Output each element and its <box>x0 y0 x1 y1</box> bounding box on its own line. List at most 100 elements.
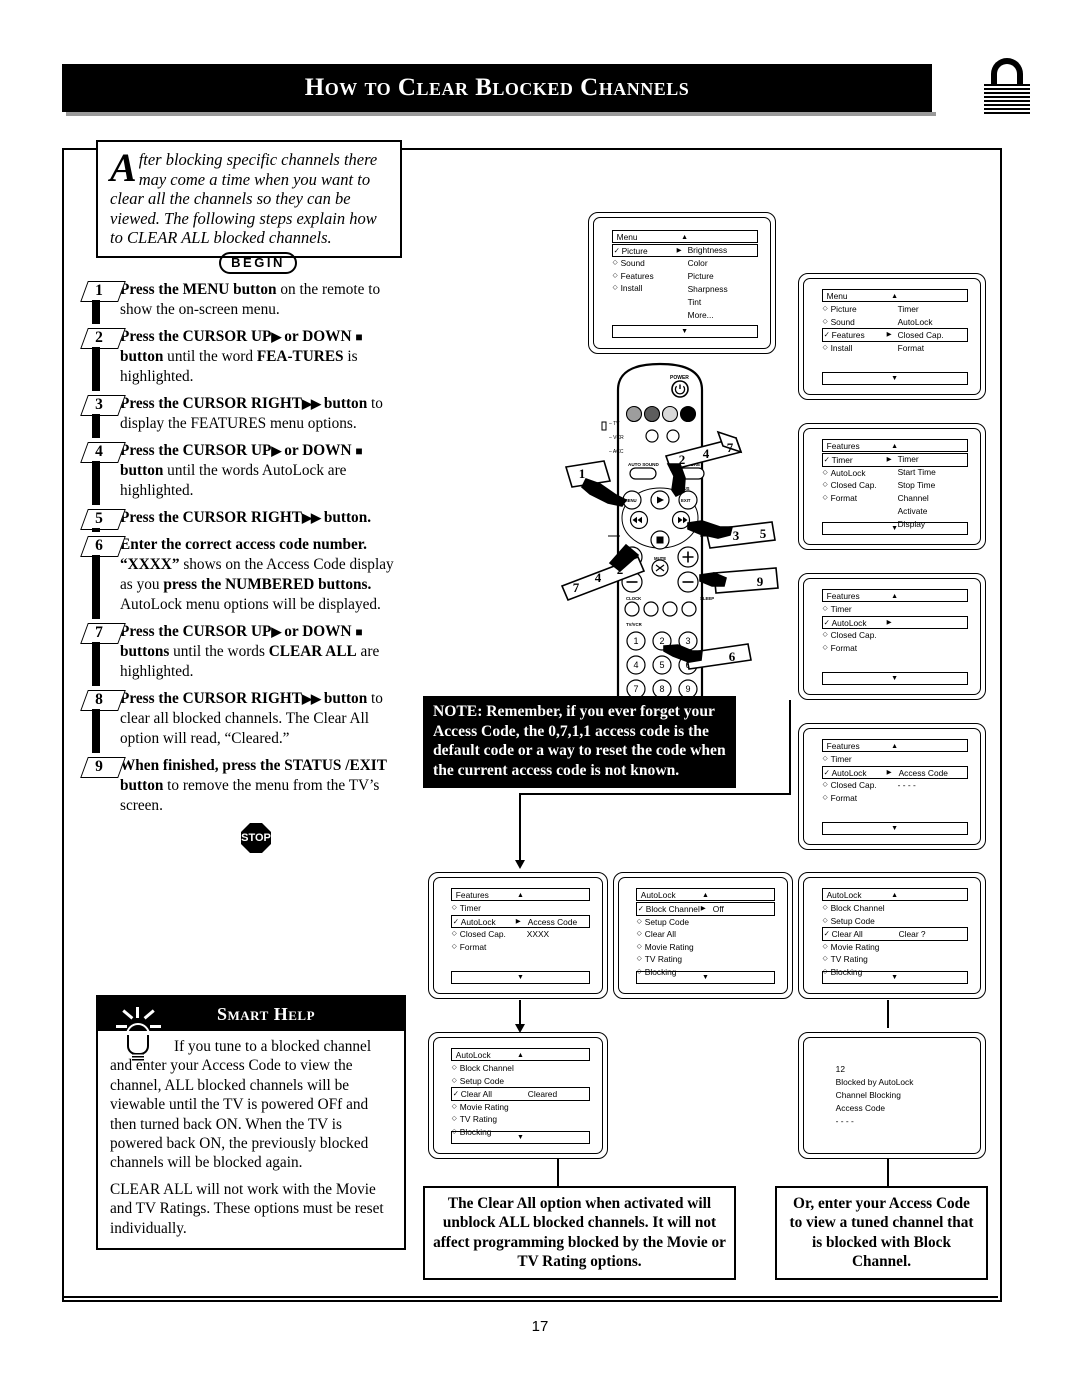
remote-control-illustration: POWER – TV – VCR – ACC AUTO SOUND PICTUR… <box>560 360 810 710</box>
stop-marker: STOP <box>106 823 406 853</box>
osd-row[interactable]: Format <box>451 941 590 954</box>
osd-row[interactable]: Sound <box>612 257 758 270</box>
step-text: Press the CURSOR RIGHT▶▶ button to clear… <box>120 690 383 747</box>
osd-row[interactable]: Timer <box>451 902 590 915</box>
osd-submenu-item[interactable]: Timer <box>898 453 919 466</box>
caption-left-text: The Clear All option when activated will… <box>433 1195 726 1271</box>
osd-row[interactable]: Timer <box>822 603 968 616</box>
osd-row-label: Timer <box>822 753 852 766</box>
osd-submenu-item[interactable]: Stop Time <box>898 479 936 492</box>
osd-row[interactable]: Format <box>822 792 968 805</box>
connector-line <box>519 793 791 795</box>
osd-row-label: Block Channel <box>822 902 885 915</box>
osd-row[interactable]: Setup Code <box>451 1075 590 1088</box>
osd-submenu-item[interactable]: Color <box>688 257 708 270</box>
osd-menu: Features▲TimerAutoLock▶Access CodeClosed… <box>450 888 591 984</box>
osd-submenu-item[interactable]: Channel <box>898 492 929 505</box>
step-text: Press the CURSOR RIGHT▶▶ button. <box>120 509 372 526</box>
step-4: 4 Press the CURSOR UP▶ or DOWN ■ button u… <box>80 441 406 505</box>
osd-submenu-item[interactable]: Start Time <box>898 466 936 479</box>
osd-submenu-item[interactable]: Tint <box>688 296 702 309</box>
osd-row[interactable]: TV Rating <box>822 953 968 966</box>
osd-rows: Timer ▶ AutoLockClosed Cap.Format <box>821 453 968 505</box>
osd-title-bar: AutoLock ▲ <box>821 888 968 902</box>
svg-text:2: 2 <box>617 562 624 577</box>
osd-row-label: AutoLock <box>452 916 496 928</box>
osd-title-bar: Menu ▲ <box>611 229 758 243</box>
osd-row[interactable]: Setup Code <box>822 915 968 928</box>
connector-line <box>887 1155 889 1187</box>
osd-submenu-item[interactable]: Activate <box>898 505 928 518</box>
osd-row[interactable]: Block Channel <box>451 1062 590 1075</box>
osd-row[interactable]: AutoLock ▶ Access Code <box>821 765 968 780</box>
intro-text: fter blocking specific channels there ma… <box>110 150 378 247</box>
osd-submenu-item[interactable]: Brightness <box>688 244 728 257</box>
osd-row-label: Format <box>822 492 858 505</box>
osd-row[interactable]: Setup Code <box>636 916 775 929</box>
osd-row-label: Format <box>451 941 487 954</box>
osd-submenu-item[interactable]: Format <box>898 342 925 355</box>
chevron-right-icon: ▶ <box>886 618 892 626</box>
osd-row[interactable]: Clear All <box>636 928 775 941</box>
osd-row[interactable]: Movie Rating <box>451 1101 590 1114</box>
osd-row[interactable]: TV Rating <box>636 953 775 966</box>
scroll-down-icon: ▼ <box>635 970 776 984</box>
osd-row[interactable]: Install <box>612 282 758 295</box>
osd-row-label: Format <box>822 792 858 805</box>
osd-rows: TimerAutoLock ▶ Access Code Closed Cap. XXXX… <box>450 902 591 954</box>
osd-row[interactable]: Clear All Clear ? <box>821 927 968 941</box>
svg-text:5: 5 <box>760 526 767 541</box>
osd-submenu-item[interactable]: AutoLock <box>898 316 933 329</box>
osd-row[interactable]: Picture ▶ <box>611 243 758 258</box>
osd-row[interactable]: Features <box>612 270 758 283</box>
tv-screen-inner: Features▲TimerAutoLock▶Access CodeClosed… <box>433 877 603 994</box>
osd-submenu-item[interactable]: Sharpness <box>688 283 728 296</box>
osd-submenu-item[interactable]: Picture <box>688 270 714 283</box>
step-6: 6 Enter the correct access code number. “… <box>80 535 406 619</box>
osd-row[interactable]: Format <box>822 642 968 655</box>
scroll-down-icon: ▼ <box>821 970 968 984</box>
osd-row-label: TV Rating <box>636 953 682 966</box>
osd-title-bar: AutoLock ▲ <box>635 888 776 902</box>
osd-row[interactable]: Movie Rating <box>636 941 775 954</box>
osd-row[interactable]: Block Channel <box>822 902 968 915</box>
osd-submenu-item[interactable]: More... <box>688 309 714 322</box>
svg-text:4: 4 <box>703 446 710 461</box>
scroll-up-icon: ▲ <box>891 443 899 451</box>
osd-row[interactable]: Block Channel▶ Off <box>635 902 776 916</box>
osd-row[interactable]: Closed Cap. XXXX <box>451 928 590 941</box>
connector-line <box>789 700 791 795</box>
osd-row[interactable]: Closed Cap. - - - - <box>822 779 968 792</box>
osd-row[interactable]: Format <box>822 492 968 505</box>
osd-row[interactable]: Movie Rating <box>822 941 968 954</box>
osd-submenu-item[interactable]: Closed Cap. <box>898 329 944 342</box>
svg-text:– ACC: – ACC <box>609 449 624 455</box>
osd-row[interactable]: Timer <box>822 753 968 766</box>
osd-row-label: Movie Rating <box>636 941 694 954</box>
osd-row[interactable]: Install <box>822 342 968 355</box>
osd-rows: TimerAutoLock ▶ Access Code Closed Cap. - - … <box>821 753 968 805</box>
osd-row[interactable]: Features ▶ <box>821 328 968 342</box>
osd-menu: Features▲Timer ▶ AutoLockClosed Cap.Format… <box>821 439 968 535</box>
step-text: Press the MENU button on the remote to s… <box>120 281 381 318</box>
svg-text:SLEEP: SLEEP <box>700 596 714 601</box>
osd-row[interactable]: AutoLock <box>822 467 968 480</box>
step-text: Press the CURSOR RIGHT▶▶ button to displ… <box>120 395 383 432</box>
osd-row-label: Features <box>612 270 654 283</box>
tv-screen-inner: AutoLock▲Block ChannelSetup CodeClear Al… <box>433 1037 603 1154</box>
osd-row[interactable]: AutoLock ▶ <box>821 615 968 630</box>
tv-screen-inner: Features▲TimerAutoLock▶Access CodeClosed… <box>803 728 981 845</box>
osd-row[interactable]: Closed Cap. <box>822 629 968 642</box>
chevron-right-icon: ▶ <box>676 246 682 254</box>
svg-text:– TV: – TV <box>609 421 620 427</box>
osd-row-label: Closed Cap. <box>822 779 877 792</box>
osd-row[interactable]: Sound <box>822 316 968 329</box>
osd-submenu-item[interactable]: Timer <box>898 303 919 316</box>
osd-row[interactable]: Clear All Cleared <box>450 1087 591 1101</box>
osd-row[interactable]: AutoLock ▶ Access Code <box>450 914 591 929</box>
osd-row[interactable]: TV Rating <box>451 1113 590 1126</box>
osd-row[interactable]: Picture <box>822 303 968 316</box>
osd-row[interactable]: Closed Cap. <box>822 479 968 492</box>
osd-row[interactable]: Timer ▶ <box>821 453 968 467</box>
osd-row-value: - - - - <box>897 780 916 791</box>
